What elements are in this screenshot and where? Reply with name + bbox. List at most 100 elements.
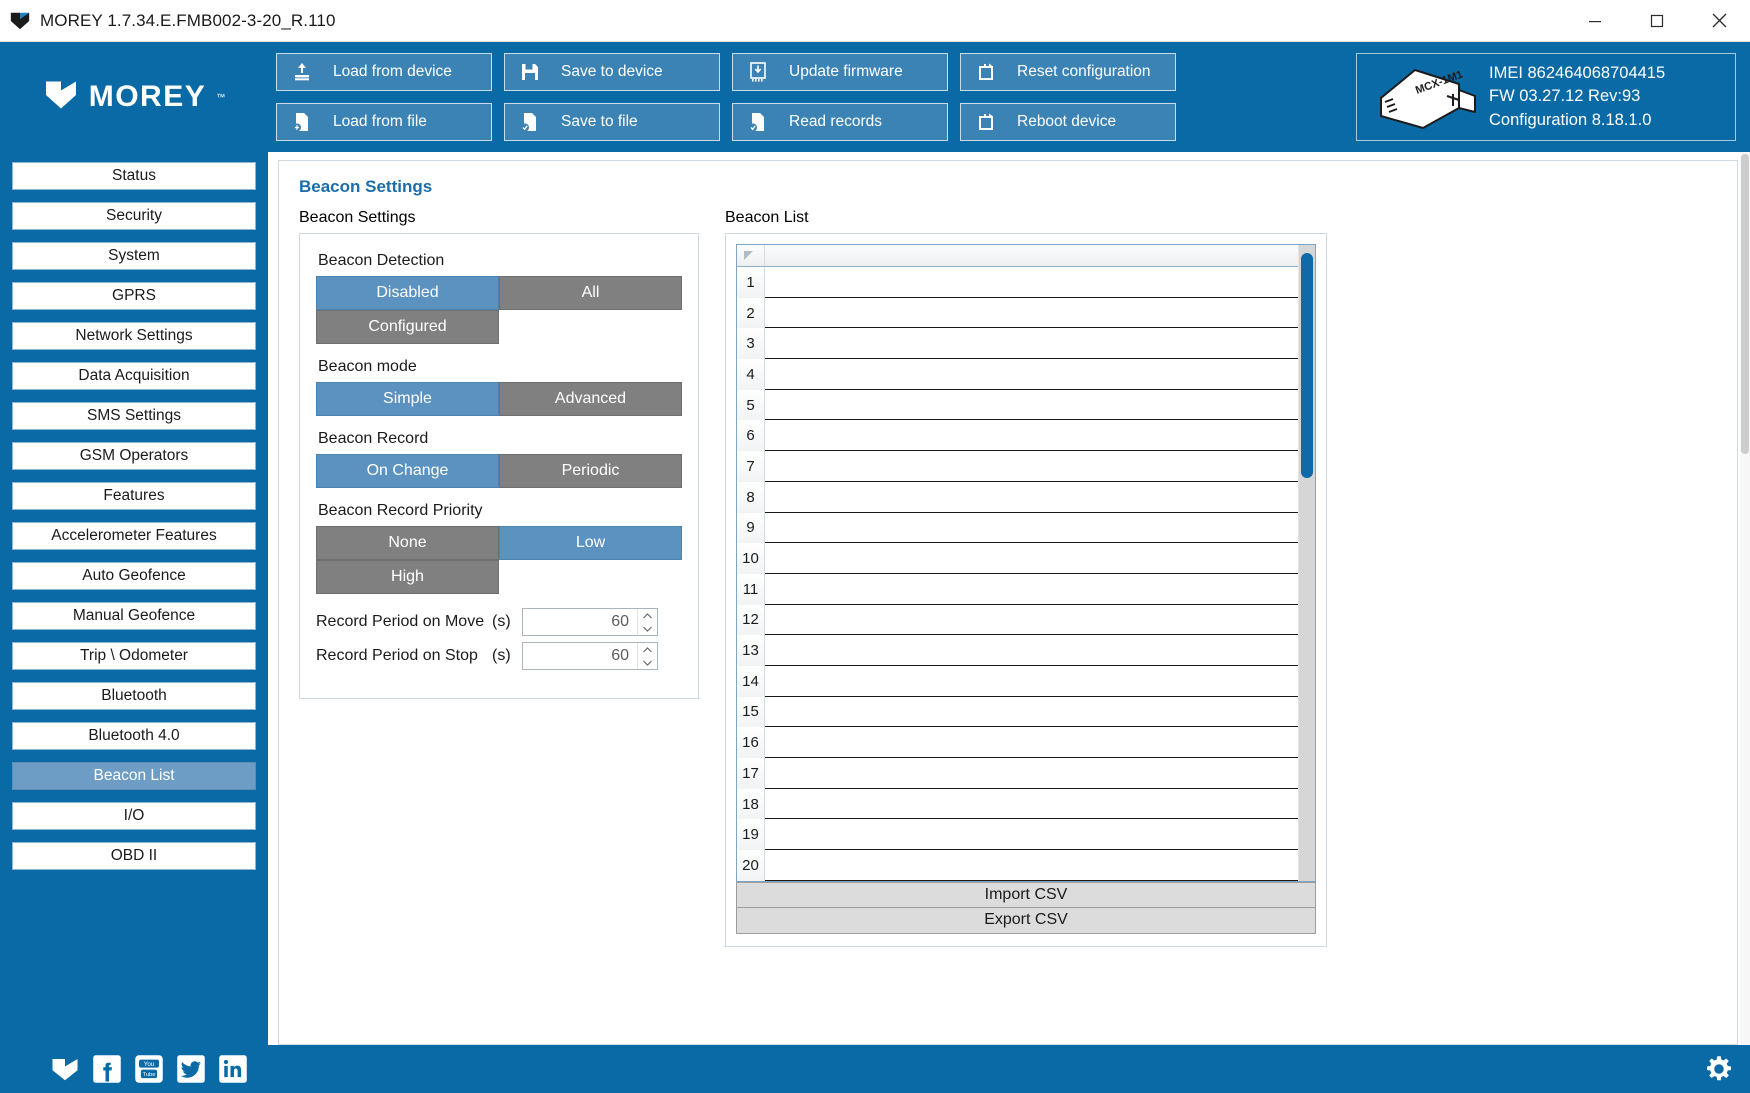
table-row[interactable]: 8: [737, 481, 1298, 513]
table-row[interactable]: 9: [737, 512, 1298, 544]
close-button[interactable]: [1688, 0, 1750, 42]
beacon-detection-option-all[interactable]: All: [499, 276, 682, 310]
beacon-list-scrollbar[interactable]: [1298, 245, 1315, 881]
table-row[interactable]: 11: [737, 573, 1298, 605]
table-row[interactable]: 19: [737, 819, 1298, 851]
table-row[interactable]: 3: [737, 328, 1298, 360]
sidebar-item-security[interactable]: Security: [12, 202, 256, 230]
maximize-button[interactable]: [1626, 0, 1688, 42]
sidebar-item-bluetooth-40[interactable]: Bluetooth 4.0: [12, 722, 256, 750]
table-row[interactable]: 17: [737, 758, 1298, 789]
read-records-button[interactable]: Read records: [732, 103, 948, 141]
row-value[interactable]: [765, 727, 1298, 758]
beacon-mode-option-advanced[interactable]: Advanced: [499, 382, 682, 416]
spinner-down-icon[interactable]: [638, 622, 657, 635]
beacon-record-priority-option-high[interactable]: High: [316, 560, 499, 594]
record-period-on-move-arrows[interactable]: [637, 609, 657, 635]
youtube-icon[interactable]: You Tube: [134, 1054, 164, 1084]
beacon-detection-option-configured[interactable]: Configured: [316, 310, 499, 344]
select-all-corner-icon[interactable]: [737, 245, 765, 266]
sidebar-item-gprs[interactable]: GPRS: [12, 282, 256, 310]
record-period-on-stop-arrows[interactable]: [637, 643, 657, 669]
sidebar-item-system[interactable]: System: [12, 242, 256, 270]
beacon-record-option-on-change[interactable]: On Change: [316, 454, 499, 488]
morey-icon[interactable]: [50, 1054, 80, 1084]
beacon-record-priority-option-low[interactable]: Low: [499, 526, 682, 560]
table-row[interactable]: 2: [737, 297, 1298, 329]
row-value[interactable]: [765, 788, 1298, 820]
sidebar-item-sms-settings[interactable]: SMS Settings: [12, 402, 256, 430]
load-from-file-button[interactable]: Load from file: [276, 103, 492, 141]
table-row[interactable]: 12: [737, 604, 1298, 636]
table-row[interactable]: 18: [737, 788, 1298, 820]
row-value[interactable]: [765, 512, 1298, 544]
import-csv-button[interactable]: Import CSV: [736, 881, 1316, 908]
record-period-on-stop-stepper[interactable]: 60: [522, 642, 658, 670]
row-value[interactable]: [765, 543, 1298, 574]
sidebar-item-status[interactable]: Status: [12, 162, 256, 190]
row-value[interactable]: [765, 451, 1298, 482]
table-row[interactable]: 16: [737, 727, 1298, 758]
row-value[interactable]: [765, 635, 1298, 666]
row-value[interactable]: [765, 267, 1298, 298]
reset-configuration-button[interactable]: Reset configuration: [960, 53, 1176, 91]
table-row[interactable]: 20: [737, 850, 1298, 881]
row-value[interactable]: [765, 604, 1298, 636]
sidebar-item-network-settings[interactable]: Network Settings: [12, 322, 256, 350]
beacon-list-grid[interactable]: 1 2 3 4 5 6 7 8 9 10 11 12 13 14 15 16 1…: [736, 244, 1316, 882]
table-row[interactable]: 7: [737, 451, 1298, 482]
facebook-icon[interactable]: [92, 1054, 122, 1084]
table-row[interactable]: 10: [737, 543, 1298, 574]
row-value[interactable]: [765, 696, 1298, 728]
gear-icon[interactable]: [1704, 1054, 1734, 1084]
row-value[interactable]: [765, 758, 1298, 789]
linkedin-icon[interactable]: [218, 1054, 248, 1084]
spinner-up-icon[interactable]: [638, 643, 657, 656]
row-value[interactable]: [765, 850, 1298, 881]
minimize-button[interactable]: [1564, 0, 1626, 42]
update-firmware-button[interactable]: Update firmware: [732, 53, 948, 91]
export-csv-button[interactable]: Export CSV: [736, 907, 1316, 934]
twitter-icon[interactable]: [176, 1054, 206, 1084]
sidebar-item-accelerometer-features[interactable]: Accelerometer Features: [12, 522, 256, 550]
page-scrollbar-thumb[interactable]: [1741, 154, 1749, 454]
table-row[interactable]: 4: [737, 359, 1298, 390]
row-value[interactable]: [765, 420, 1298, 452]
spinner-up-icon[interactable]: [638, 609, 657, 622]
row-value[interactable]: [765, 481, 1298, 513]
table-row[interactable]: 6: [737, 420, 1298, 452]
record-period-on-move-stepper[interactable]: 60: [522, 608, 658, 636]
sidebar-item-data-acquisition[interactable]: Data Acquisition: [12, 362, 256, 390]
row-value[interactable]: [765, 819, 1298, 851]
row-value[interactable]: [765, 328, 1298, 360]
sidebar-item-manual-geofence[interactable]: Manual Geofence: [12, 602, 256, 630]
sidebar-item-trip-odometer[interactable]: Trip \ Odometer: [12, 642, 256, 670]
sidebar-item-io[interactable]: I/O: [12, 802, 256, 830]
sidebar-item-obd-ii[interactable]: OBD II: [12, 842, 256, 870]
row-value[interactable]: [765, 389, 1298, 421]
beacon-record-priority-option-none[interactable]: None: [316, 526, 499, 560]
table-row[interactable]: 5: [737, 389, 1298, 421]
beacon-list-scrollbar-thumb[interactable]: [1301, 253, 1313, 478]
table-row[interactable]: 14: [737, 665, 1298, 697]
table-row[interactable]: 1: [737, 267, 1298, 298]
table-row[interactable]: 15: [737, 696, 1298, 728]
beacon-detection-option-disabled[interactable]: Disabled: [316, 276, 499, 310]
reboot-device-button[interactable]: Reboot device: [960, 103, 1176, 141]
record-period-on-stop-value[interactable]: 60: [523, 643, 637, 669]
row-value[interactable]: [765, 359, 1298, 390]
row-value[interactable]: [765, 297, 1298, 329]
save-to-device-button[interactable]: Save to device: [504, 53, 720, 91]
spinner-down-icon[interactable]: [638, 656, 657, 669]
load-from-device-button[interactable]: Load from device: [276, 53, 492, 91]
beacon-mode-option-simple[interactable]: Simple: [316, 382, 499, 416]
row-value[interactable]: [765, 573, 1298, 605]
sidebar-item-auto-geofence[interactable]: Auto Geofence: [12, 562, 256, 590]
sidebar-item-beacon-list[interactable]: Beacon List: [12, 762, 256, 790]
save-to-file-button[interactable]: Save to file: [504, 103, 720, 141]
sidebar-item-gsm-operators[interactable]: GSM Operators: [12, 442, 256, 470]
beacon-record-option-periodic[interactable]: Periodic: [499, 454, 682, 488]
sidebar-item-features[interactable]: Features: [12, 482, 256, 510]
row-value[interactable]: [765, 665, 1298, 697]
sidebar-item-bluetooth[interactable]: Bluetooth: [12, 682, 256, 710]
